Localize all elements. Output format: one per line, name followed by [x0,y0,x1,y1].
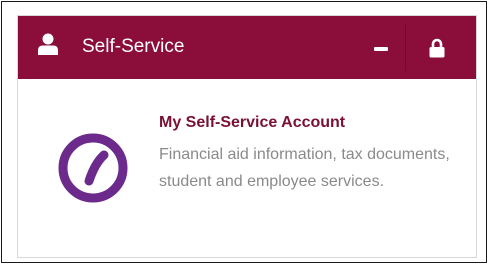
self-service-account-link[interactable]: My Self-Service Account [159,114,345,132]
user-icon [38,33,58,55]
ellucian-logo-icon[interactable] [58,133,128,203]
panel-header: Self-Service [18,16,476,79]
collapse-button[interactable] [359,16,405,79]
self-service-panel: Self-Service My Self-Service Account Fin… [17,15,477,258]
lock-button[interactable] [414,16,460,79]
panel-title: Self-Service [82,36,185,57]
header-divider [405,24,406,71]
minus-icon [374,47,388,51]
lock-icon [429,38,445,58]
link-description: Financial aid information, tax documents… [159,146,450,190]
